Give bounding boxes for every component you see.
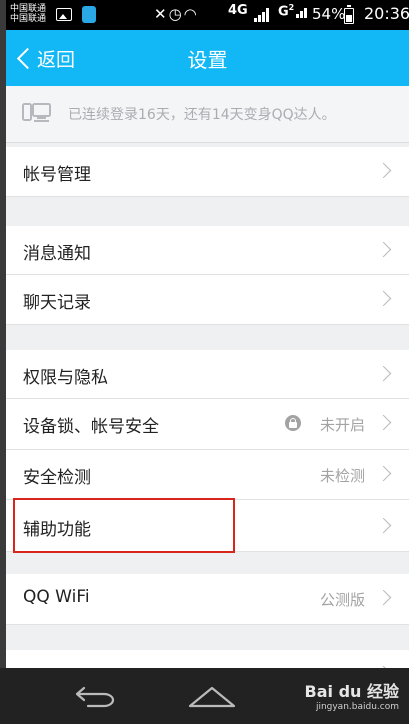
settings-item-device-lock[interactable]: 设备锁、帐号安全 未开启: [6, 399, 409, 450]
phone-screen: 中国联通 中国联通 ✕◷◠ 4G G2 54% 20:36 返回 设置 已连续登…: [6, 0, 409, 724]
chevron-right-icon: [375, 290, 392, 307]
chevron-right-icon: [375, 414, 392, 431]
battery-icon: [344, 5, 354, 24]
security-check-status: 未检测: [319, 467, 365, 485]
chevron-right-icon: [375, 589, 392, 606]
app-notification-icon: [82, 6, 96, 23]
watermark: Bai du 经验 jingyan.baidu.com: [305, 678, 399, 712]
settings-item-label: 聊天记录: [23, 293, 91, 313]
network-2-sup: 2: [288, 3, 295, 12]
settings-item-privacy[interactable]: 权限与隐私: [6, 350, 409, 399]
settings-item-label: 帐号管理: [23, 165, 91, 185]
settings-item-label: 辅助功能: [23, 520, 91, 540]
image-notification-icon: [56, 8, 72, 21]
carrier-2: 中国联通: [10, 14, 47, 24]
nav-home-button[interactable]: [186, 684, 238, 708]
status-icons: ✕◷◠: [154, 5, 199, 23]
status-bar: 中国联通 中国联通 ✕◷◠ 4G G2 54% 20:36: [6, 0, 409, 30]
settings-item-label: 安全检测: [23, 468, 91, 488]
network-2-label: G: [278, 4, 289, 20]
watermark-url: jingyan.baidu.com: [315, 702, 399, 712]
chevron-right-icon: [375, 517, 392, 534]
carrier-names: 中国联通 中国联通: [10, 4, 46, 24]
settings-item-account[interactable]: 帐号管理: [6, 147, 409, 197]
mute-icon: ✕: [154, 5, 169, 23]
login-notice-text: 已连续登录16天，还有14天变身QQ达人。: [68, 107, 336, 123]
signal-1-icon: [254, 8, 269, 22]
chevron-right-icon: [375, 465, 392, 482]
network-type-2: G2: [278, 3, 294, 19]
battery-percent: 54%: [312, 5, 346, 23]
chevron-right-icon: [375, 162, 392, 179]
navigation-bar: Bai du 经验 jingyan.baidu.com: [0, 668, 409, 724]
nav-back-button[interactable]: [74, 682, 118, 708]
qq-wifi-status: 公测版: [319, 591, 365, 609]
device-lock-status: 未开启: [319, 416, 365, 434]
settings-item-label: 权限与隐私: [23, 368, 108, 388]
settings-item-chat-history[interactable]: 聊天记录: [6, 275, 409, 325]
login-notice: 已连续登录16天，还有14天变身QQ达人。: [6, 86, 409, 143]
alarm-icon: ◷: [168, 5, 184, 23]
settings-item-label: 设备锁、帐号安全: [23, 417, 159, 437]
settings-item-label: QQ WiFi: [23, 587, 90, 607]
carrier-1: 中国联通: [10, 4, 47, 14]
title-bar: 返回 设置: [6, 30, 409, 86]
settings-item-security-check[interactable]: 安全检测 未检测: [6, 450, 409, 500]
page-title: 设置: [187, 48, 228, 72]
network-type: 4G: [228, 3, 248, 18]
computer-icon: [22, 103, 51, 122]
watermark-brand: Bai du 经验: [304, 682, 399, 701]
lock-icon: [285, 415, 301, 431]
signal-2-icon: [296, 8, 307, 18]
chevron-right-icon: [375, 241, 392, 258]
settings-item-qq-wifi[interactable]: QQ WiFi 公测版: [6, 574, 409, 625]
settings-item-notifications[interactable]: 消息通知: [6, 226, 409, 275]
chevron-right-icon: [375, 365, 392, 382]
settings-item-accessibility[interactable]: 辅助功能: [6, 500, 409, 552]
wifi-icon: ◠: [183, 5, 199, 23]
settings-item-label: 消息通知: [23, 244, 91, 264]
clock: 20:36: [364, 4, 409, 23]
